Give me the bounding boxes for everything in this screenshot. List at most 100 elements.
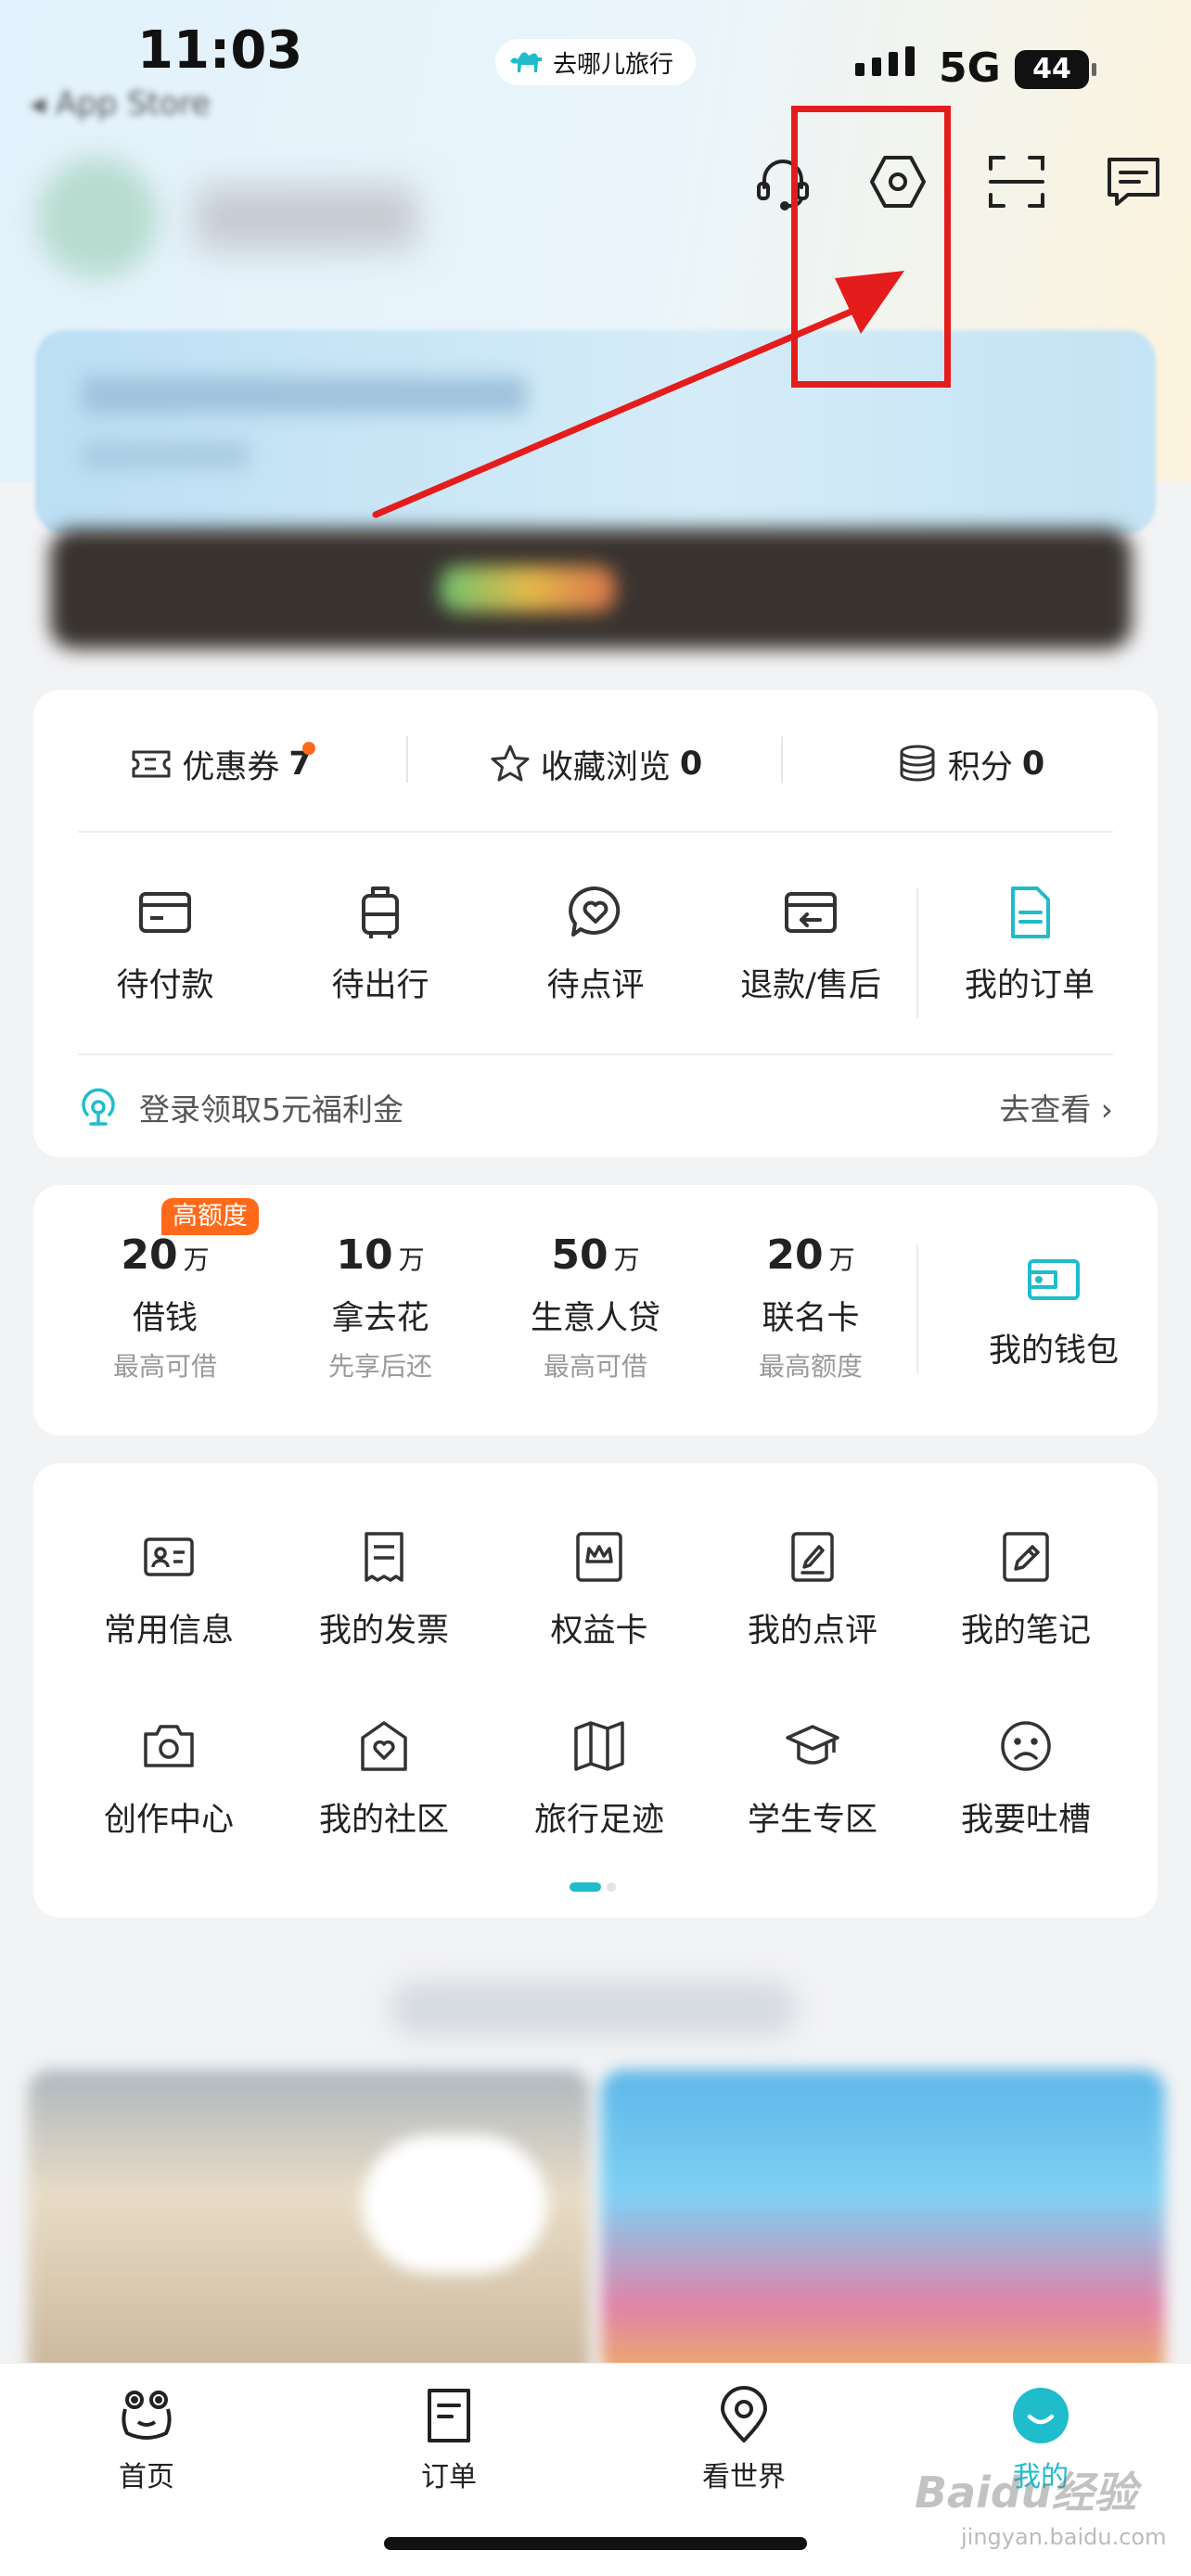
finance-amount: 10 <box>336 1231 393 1279</box>
finance-sub: 最高可借 <box>543 1351 647 1382</box>
service-creator-center[interactable]: 创作中心 <box>61 1717 276 1841</box>
divider <box>916 888 918 1018</box>
finance-sub: 先享后还 <box>327 1351 432 1382</box>
wallet-icon <box>1028 1259 1080 1300</box>
finance-napuhua[interactable]: 10 万 拿去花 先享后还 <box>273 1231 488 1384</box>
order-label: 退款/售后 <box>740 967 881 1004</box>
recommend-section-title <box>390 1981 798 2036</box>
finance-unit: 万 <box>613 1244 640 1275</box>
service-travel-footprint[interactable]: 旅行足迹 <box>492 1717 707 1841</box>
divider <box>916 1244 918 1374</box>
service-invoice[interactable]: 我的发票 <box>276 1528 492 1651</box>
finance-cobrand-card[interactable]: 20 万 联名卡 最高额度 <box>703 1231 918 1384</box>
id-card-icon <box>144 1537 194 1576</box>
grid-page-indicator <box>570 1882 616 1892</box>
tab-home[interactable]: 首页 <box>54 2363 239 2494</box>
finance-loan[interactable]: 20 万 借钱 最高可借 <box>58 1231 273 1384</box>
finance-amount: 50 <box>551 1231 608 1279</box>
community-heart-icon <box>361 1721 407 1771</box>
coupon-icon <box>132 750 171 778</box>
service-my-reviews[interactable]: 我的点评 <box>705 1528 920 1651</box>
tab-orders[interactable]: 订单 <box>356 2363 542 2494</box>
service-student-zone[interactable]: 学生专区 <box>705 1717 920 1841</box>
star-icon <box>491 745 530 782</box>
app-name: 去哪儿旅行 <box>553 50 674 79</box>
divider <box>781 736 783 783</box>
coupons-stat[interactable]: 优惠券 7 <box>33 727 408 801</box>
service-common-info[interactable]: 常用信息 <box>61 1528 276 1651</box>
finance-name: 生意人贷 <box>530 1300 660 1337</box>
finance-unit: 万 <box>398 1244 425 1275</box>
pencil-icon <box>1003 1532 1049 1582</box>
coupon-new-dot <box>302 742 315 755</box>
service-label: 旅行足迹 <box>533 1802 664 1839</box>
service-label: 常用信息 <box>103 1613 234 1650</box>
my-orders-button[interactable]: 我的订单 <box>922 875 1137 1042</box>
login-promo-row[interactable]: 登录领取5元福利金 去查看 › <box>78 1079 1113 1135</box>
order-label: 待付款 <box>116 967 214 1004</box>
recommend-card-right[interactable] <box>601 2070 1165 2385</box>
luggage-icon <box>362 886 399 938</box>
order-icon <box>428 2389 470 2442</box>
finance-business-loan[interactable]: 50 万 生意人贷 最高可借 <box>488 1231 703 1384</box>
review-heart-icon <box>569 886 621 937</box>
tab-label: 看世界 <box>702 2461 786 2493</box>
home-indicator <box>384 2537 807 2550</box>
home-frog-icon <box>122 2391 172 2440</box>
divider <box>406 736 408 783</box>
crown-card-icon <box>576 1532 622 1582</box>
favorites-stat[interactable]: 收藏浏览 0 <box>408 727 783 801</box>
service-benefit-card[interactable]: 权益卡 <box>492 1528 707 1651</box>
order-label: 待点评 <box>546 967 645 1004</box>
orders-card: 优惠券 7 收藏浏览 0 积分 0 待付款 待出行 待点评 退款/售后 我的订单… <box>33 690 1158 1157</box>
points-count: 0 <box>1021 746 1045 783</box>
card-icon <box>139 892 191 933</box>
annotation-highlight-box <box>791 106 951 388</box>
invoice-icon <box>365 1532 403 1582</box>
points-label: 积分 <box>947 748 1013 786</box>
order-refund-aftersale[interactable]: 退款/售后 <box>703 875 918 1042</box>
services-card: 常用信息 我的发票 权益卡 我的点评 我的笔记 创作中心 我的社区 旅行足迹 学… <box>33 1463 1158 1918</box>
finance-amount: 20 <box>121 1231 178 1279</box>
finance-sub: 最高可借 <box>112 1351 217 1382</box>
graduation-cap-icon <box>786 1725 839 1765</box>
points-stat[interactable]: 积分 0 <box>783 727 1158 801</box>
service-my-community[interactable]: 我的社区 <box>276 1717 492 1841</box>
finance-name: 联名卡 <box>762 1300 860 1337</box>
status-time: 11:03 <box>137 20 303 81</box>
camera-icon <box>144 1725 194 1767</box>
service-feedback[interactable]: 我要吐槽 <box>918 1717 1133 1841</box>
edit-doc-icon <box>791 1532 834 1582</box>
coupons-label: 优惠券 <box>182 748 280 786</box>
tab-label: 订单 <box>421 2461 477 2493</box>
service-my-notes[interactable]: 我的笔记 <box>918 1528 1133 1651</box>
membership-strip[interactable] <box>50 529 1132 649</box>
profile-smile-icon <box>1013 2388 1069 2443</box>
coins-icon <box>900 745 935 782</box>
finance-card: 高额度 20 万 借钱 最高可借 10 万 拿去花 先享后还 50 万 生意人贷 最高… <box>33 1185 1158 1435</box>
my-wallet-button[interactable]: 我的钱包 <box>950 1250 1158 1371</box>
promo-view-link[interactable]: 去查看 › <box>999 1085 1113 1129</box>
recommend-card-left[interactable] <box>28 2070 590 2385</box>
finance-sub: 最高额度 <box>758 1351 863 1382</box>
avatar[interactable] <box>37 158 158 278</box>
tab-explore[interactable]: 看世界 <box>651 2363 837 2494</box>
order-pending-payment[interactable]: 待付款 <box>58 875 273 1042</box>
vip-banner[interactable] <box>35 330 1156 534</box>
battery-indicator: 44 <box>1015 50 1096 89</box>
service-label: 我的笔记 <box>960 1613 1091 1650</box>
tab-label: 首页 <box>119 2461 174 2493</box>
order-pending-review[interactable]: 待点评 <box>488 875 703 1042</box>
watermark-url: jingyan.baidu.com <box>961 2524 1167 2550</box>
map-icon <box>574 1721 624 1771</box>
username[interactable] <box>195 185 417 250</box>
message-icon[interactable] <box>1100 148 1167 215</box>
order-pending-travel[interactable]: 待出行 <box>273 875 488 1042</box>
service-label: 创作中心 <box>103 1802 234 1839</box>
order-label: 我的订单 <box>964 967 1095 1004</box>
order-label: 待出行 <box>331 967 429 1004</box>
high-limit-badge: 高额度 <box>161 1198 259 1235</box>
service-label: 我的发票 <box>318 1613 449 1650</box>
back-to-app-store-link[interactable]: ◂ App Store <box>30 85 211 122</box>
scan-icon[interactable] <box>983 148 1050 215</box>
